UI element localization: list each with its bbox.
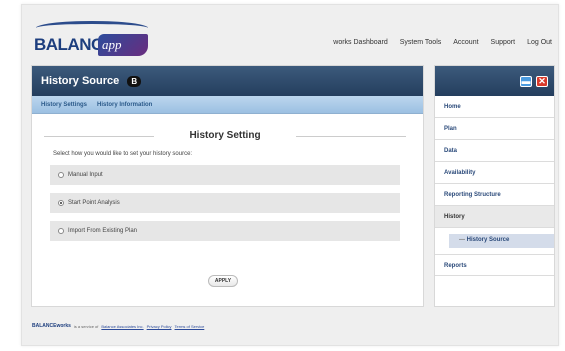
- nav-works-dashboard[interactable]: works Dashboard: [333, 39, 387, 46]
- footer-company-link[interactable]: Balance Associates Inc.: [101, 324, 143, 329]
- nav-log-out[interactable]: Log Out: [527, 39, 552, 46]
- sidebar-item-reporting-structure[interactable]: Reporting Structure: [435, 184, 554, 206]
- page-title: History Source: [41, 75, 120, 87]
- app-window: BALANCE app works Dashboard System Tools…: [21, 4, 559, 346]
- history-setting-section: History Setting Select how you would lik…: [44, 130, 406, 258]
- sidebar-item-data[interactable]: Data: [435, 140, 554, 162]
- footer-text: is a service of: [73, 323, 99, 329]
- apply-button[interactable]: APPLY: [208, 275, 238, 287]
- sidebar-subitem-history-source[interactable]: History Source: [449, 234, 554, 248]
- option-label: Start Point Analysis: [68, 200, 120, 206]
- sidebar-item-availability[interactable]: Availability: [435, 162, 554, 184]
- balance-app-logo[interactable]: BALANCE app: [32, 19, 152, 59]
- radio-start-point-analysis[interactable]: [58, 200, 64, 206]
- footer-terms-link[interactable]: Terms of Service: [175, 324, 205, 329]
- help-badge-icon[interactable]: B: [127, 75, 142, 87]
- option-label: Import From Existing Plan: [68, 228, 138, 234]
- nav-support[interactable]: Support: [491, 39, 516, 46]
- tab-history-information[interactable]: History Information: [97, 102, 152, 108]
- close-icon[interactable]: ✕: [536, 75, 548, 87]
- sidebar-item-home[interactable]: Home: [435, 96, 554, 118]
- sidebar-item-history[interactable]: History: [435, 206, 554, 228]
- tab-history-settings[interactable]: History Settings: [41, 102, 87, 108]
- section-prompt: Select how you would like to set your hi…: [53, 151, 193, 157]
- nav-system-tools[interactable]: System Tools: [400, 39, 442, 46]
- option-start-point-analysis[interactable]: Start Point Analysis: [50, 193, 400, 213]
- radio-manual-input[interactable]: [58, 172, 64, 178]
- history-source-panel: History Source B History Settings Histor…: [31, 65, 424, 307]
- option-import-existing-plan[interactable]: Import From Existing Plan: [50, 221, 400, 241]
- option-label: Manual Input: [68, 172, 103, 178]
- section-title: History Setting: [44, 130, 406, 141]
- logo-swoosh: [36, 21, 148, 35]
- option-manual-input[interactable]: Manual Input: [50, 165, 400, 185]
- top-navigation: works Dashboard System Tools Account Sup…: [333, 39, 552, 46]
- footer: BALANCEworks is a service of Balance Ass…: [32, 323, 204, 329]
- footer-brand: BALANCEworks: [32, 323, 71, 329]
- minimize-icon[interactable]: ▬: [520, 75, 532, 87]
- sidebar: ▬ ✕ Home Plan Data Availability Reportin…: [434, 65, 555, 307]
- tab-bar: History Settings History Information: [32, 96, 423, 114]
- panel-header: History Source B: [32, 66, 423, 96]
- radio-import-existing-plan[interactable]: [58, 228, 64, 234]
- footer-privacy-link[interactable]: Privacy Policy: [147, 324, 172, 329]
- sidebar-item-reports[interactable]: Reports: [435, 254, 554, 276]
- nav-account[interactable]: Account: [453, 39, 478, 46]
- sidebar-item-plan[interactable]: Plan: [435, 118, 554, 140]
- sidebar-header: ▬ ✕: [435, 66, 554, 96]
- logo-app-badge: app: [98, 34, 148, 56]
